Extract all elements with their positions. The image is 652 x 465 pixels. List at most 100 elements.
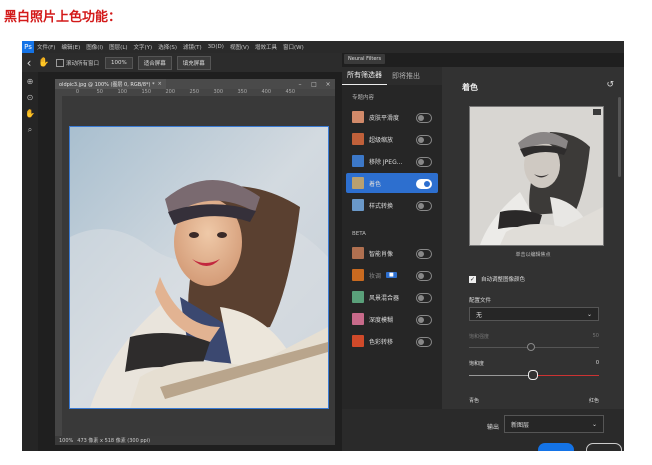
checkmark-icon[interactable]: ✓ <box>469 275 476 283</box>
filter-toggle[interactable] <box>416 249 432 259</box>
menu-type[interactable]: 文字(Y) <box>131 43 156 51</box>
reset-icon[interactable]: ↺ <box>606 80 614 90</box>
hand-tool-icon[interactable]: ✋ <box>36 58 52 68</box>
tab-all-filters[interactable]: 所有筛选器 <box>342 70 387 85</box>
photoshop-logo-icon: Ps <box>22 41 34 53</box>
filter-list: 专题内容 皮肤平滑度 超级缩放 移除 JPEG... 着色 样式转换 BETA … <box>342 85 442 451</box>
neural-filters-panel: 所有筛选器 即将推出 专题内容 皮肤平滑度 超级缩放 移除 JPEG... 着色… <box>342 67 624 451</box>
cyan-label: 青色 <box>469 398 480 404</box>
profile-label: 配置文件 <box>469 298 492 304</box>
hand-tool-icon[interactable]: ✋ <box>22 108 38 120</box>
output-select[interactable]: 新图层 ⌄ <box>504 415 604 433</box>
filter-toggle[interactable] <box>416 179 432 189</box>
color-transfer-icon <box>352 335 364 347</box>
ruler-tick: 250 <box>189 89 199 95</box>
caption: 黑白照片上色功能： <box>4 10 122 25</box>
neural-filters-workspace-tab[interactable]: Neural Filters <box>344 54 386 64</box>
close-icon[interactable]: × <box>158 81 162 87</box>
auto-color-option[interactable]: ✓ 自动调整图像颜色 <box>469 275 525 283</box>
saturation-label: 饱和度 <box>469 361 485 367</box>
filter-toggle[interactable] <box>416 293 432 303</box>
zoom-100-button[interactable]: 100% <box>105 56 133 69</box>
document-window: oldpic3.jpg @ 100% (图层 0, RGB/8*) * × – … <box>55 79 335 445</box>
colorized-portrait-image <box>70 127 328 408</box>
ruler-tick: 0 <box>75 89 79 95</box>
filter-toggle[interactable] <box>416 315 432 325</box>
fill-screen-button[interactable]: 填充屏幕 <box>176 55 211 70</box>
zoom-tool-icon[interactable]: ⌕ <box>22 124 38 136</box>
profile-select[interactable]: 无 ⌄ <box>469 307 599 321</box>
filter-item-jpeg-removal[interactable]: 移除 JPEG... <box>346 151 438 171</box>
output-bar: 输出 新图层 ⌄ <box>342 409 624 451</box>
filter-item-super-zoom[interactable]: 超级缩放 <box>346 129 438 149</box>
beta-section-heading: BETA <box>352 231 366 237</box>
filter-item-smart-portrait[interactable]: 智能肖像 <box>346 243 438 263</box>
filter-item-depth-blur[interactable]: 深度模糊 <box>346 309 438 329</box>
output-label: 输出 <box>487 424 500 431</box>
menu-filter[interactable]: 滤镜(T) <box>180 43 205 51</box>
move-tool-icon[interactable]: ⊕ <box>22 76 38 88</box>
scrollbar[interactable] <box>618 97 621 177</box>
menu-window[interactable]: 窗口(W) <box>280 43 307 51</box>
profile-value: 无 <box>476 311 483 319</box>
saturation-slider-thumb[interactable] <box>528 370 538 380</box>
menu-select[interactable]: 选择(S) <box>155 43 180 51</box>
ruler-tick: 350 <box>237 89 247 95</box>
menu-view[interactable]: 视图(V) <box>227 43 252 51</box>
fit-screen-button[interactable]: 适合屏幕 <box>137 55 172 70</box>
filter-toggle[interactable] <box>416 201 432 211</box>
tab-coming-soon[interactable]: 即将推出 <box>387 71 425 85</box>
filter-name: 深度模糊 <box>369 316 394 324</box>
filter-name: 着色 <box>369 180 382 188</box>
colorize-settings: 着色 ↺ 单击以编辑焦点 ✓ 自动调整图像颜色 配置文件 无 ⌄ 饱和强度 50… <box>442 67 624 451</box>
filter-name: 皮肤平滑度 <box>369 114 400 122</box>
scroll-all-checkbox[interactable] <box>56 58 64 67</box>
document-title-bar: oldpic3.jpg @ 100% (图层 0, RGB/8*) * × – … <box>55 79 335 89</box>
smart-portrait-icon <box>352 247 364 259</box>
back-chevron-icon[interactable]: ‹ <box>22 56 36 70</box>
super-zoom-icon <box>352 133 364 145</box>
vertical-ruler <box>55 96 62 436</box>
filter-item-style-transfer[interactable]: 样式转换 <box>346 195 438 215</box>
skin-smoothing-icon <box>352 111 364 123</box>
menu-file[interactable]: 文件(F) <box>34 43 58 51</box>
focus-hint: 单击以编辑焦点 <box>515 252 551 258</box>
menu-layer[interactable]: 图层(L) <box>106 43 130 51</box>
filter-toggle[interactable] <box>416 337 432 347</box>
document-tab-title: oldpic3.jpg @ 100% (图层 0, RGB/8*) * <box>59 81 155 88</box>
ruler-tick: 200 <box>165 89 175 95</box>
menu-plugins[interactable]: 增效工具 <box>252 43 280 51</box>
scroll-all-label: 滚动所有窗口 <box>66 60 100 67</box>
filter-name: 妆调 <box>369 272 382 280</box>
menu-edit[interactable]: 编辑(E) <box>58 43 83 51</box>
filter-toggle[interactable] <box>416 157 432 167</box>
colorized-photo-canvas[interactable] <box>69 126 329 409</box>
filter-toggle[interactable] <box>416 135 432 145</box>
filter-toggle[interactable] <box>416 271 432 281</box>
menu-3d[interactable]: 3D(D) <box>205 44 227 50</box>
document-tab[interactable]: oldpic3.jpg @ 100% (图层 0, RGB/8*) * × <box>55 79 166 89</box>
ruler-tick: 400 <box>261 89 271 95</box>
cancel-button[interactable] <box>586 443 622 451</box>
saturation-strength-slider-thumb[interactable] <box>527 343 535 351</box>
rotate-tool-icon[interactable]: ⊙ <box>22 92 38 104</box>
focus-preview[interactable] <box>469 106 604 246</box>
close-window-icon[interactable]: × <box>321 81 335 88</box>
maximize-icon[interactable]: □ <box>307 81 321 88</box>
filter-toggle[interactable] <box>416 113 432 123</box>
filter-item-colorize[interactable]: 着色 <box>346 173 438 193</box>
filter-item-landscape-mixer[interactable]: 风景混合器 <box>346 287 438 307</box>
minimize-icon[interactable]: – <box>293 81 307 88</box>
filter-name: 色彩转移 <box>369 338 394 346</box>
filter-name: 风景混合器 <box>369 294 400 302</box>
saturation-value: 0 <box>595 360 599 366</box>
chevron-down-icon: ⌄ <box>591 420 597 428</box>
saturation-row: 饱和度 0 <box>469 360 599 367</box>
jpeg-artifact-icon <box>352 155 364 167</box>
filter-item-color-transfer[interactable]: 色彩转移 <box>346 331 438 351</box>
filter-item-makeup-transfer[interactable]: 妆调 ■ <box>346 265 438 285</box>
horizontal-ruler: 0 50 100 150 200 250 300 350 400 450 <box>55 89 335 96</box>
ok-button[interactable] <box>538 443 574 451</box>
menu-image[interactable]: 图像(I) <box>83 43 106 51</box>
filter-item-skin-smoothing[interactable]: 皮肤平滑度 <box>346 107 438 127</box>
